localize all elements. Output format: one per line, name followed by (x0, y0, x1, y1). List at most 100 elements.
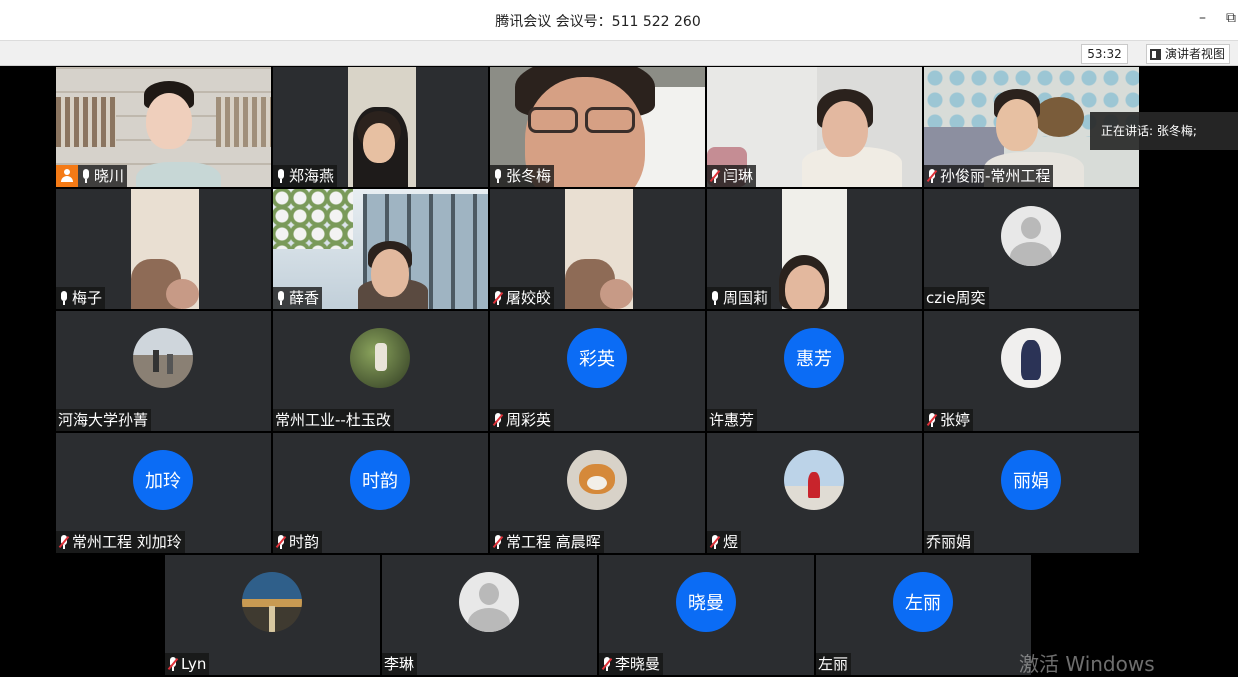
participant-nameplate: 周彩英 (490, 409, 555, 431)
window-title: 腾讯会议 会议号：511 522 260 (495, 14, 701, 30)
avatar: 晓曼 (676, 572, 736, 632)
participant-tile[interactable]: 张婷 (924, 311, 1139, 431)
participant-grid: 晓川 郑海燕 张冬梅 闫琳 孙俊丽-常州工程 梅子 薛香 屠姣皎 周国莉 czie周奕 河海大学孙菁… (0, 66, 1238, 675)
avatar-photo-shape (167, 354, 173, 374)
microphone-muted-icon (709, 534, 721, 550)
video-shape (273, 189, 353, 249)
participant-nameplate: 李琳 (382, 653, 418, 675)
windows-activation-watermark: 激活 Windows (1019, 652, 1155, 676)
default-avatar-icon (1001, 206, 1061, 266)
microphone-icon (80, 168, 92, 184)
participant-nameplate: 张冬梅 (490, 165, 555, 187)
microphone-muted-icon (492, 412, 504, 428)
mute-slash (58, 535, 70, 549)
avatar: 时韵 (350, 450, 410, 510)
video-shape (600, 279, 633, 309)
microphone-icon (275, 168, 287, 184)
avatar: 左丽 (893, 572, 953, 632)
mute-slash (926, 413, 938, 427)
avatar (784, 450, 844, 510)
speaker-view-button[interactable]: 演讲者视图 (1146, 44, 1231, 64)
participant-nameplate: 郑海燕 (273, 165, 338, 187)
participant-tile[interactable]: 加玲 常州工程 刘加玲 (56, 433, 271, 553)
microphone-muted-icon (167, 656, 179, 672)
participant-tile[interactable]: 李琳 (382, 555, 597, 675)
video-shape (785, 265, 825, 309)
avatar (350, 328, 410, 388)
avatar-photo-shape (269, 606, 275, 632)
microphone-muted-icon (492, 534, 504, 550)
participant-tile[interactable]: 常工程 高晨晖 (490, 433, 705, 553)
participant-nameplate: 乔丽娟 (924, 531, 975, 553)
participant-nameplate: 许惠芳 (707, 409, 758, 431)
participant-name: 周国莉 (723, 289, 769, 307)
avatar-photo-shape (587, 476, 607, 490)
participant-tile[interactable]: 梅子 (56, 189, 271, 309)
participant-name: 郑海燕 (289, 167, 335, 185)
participant-tile[interactable]: czie周奕 (924, 189, 1139, 309)
default-avatar-icon (459, 572, 519, 632)
participant-tile[interactable]: 惠芳 许惠芳 (707, 311, 922, 431)
participant-tile[interactable]: 张冬梅 (490, 67, 705, 187)
participant-name: 晓川 (94, 167, 125, 185)
video-shape (216, 97, 271, 147)
mute-slash (601, 657, 613, 671)
participant-tile[interactable]: 常州工业--杜玉改 (273, 311, 488, 431)
avatar-body (468, 608, 510, 632)
avatar-head (1021, 217, 1041, 239)
microphone-icon (275, 290, 287, 306)
participant-name: 张婷 (940, 411, 971, 429)
participant-nameplate: 闫琳 (707, 165, 757, 187)
participant-tile[interactable]: 左丽 左丽 (816, 555, 1031, 675)
participant-tile[interactable]: 郑海燕 (273, 67, 488, 187)
participant-tile[interactable]: 丽娟乔丽娟 (924, 433, 1139, 553)
microphone-muted-icon (709, 168, 721, 184)
mute-slash (492, 291, 504, 305)
participant-tile[interactable]: 晓曼 李晓曼 (599, 555, 814, 675)
microphone-muted-icon (275, 534, 287, 550)
participant-name: 乔丽娟 (926, 533, 972, 551)
participant-name: 常州工业--杜玉改 (275, 411, 391, 429)
video-shape (56, 97, 116, 147)
participant-name: 常州工程 刘加玲 (72, 533, 182, 551)
participant-tile[interactable]: 彩英 周彩英 (490, 311, 705, 431)
participant-name: 张冬梅 (506, 167, 552, 185)
video-shape (371, 249, 409, 297)
participant-tile[interactable]: 闫琳 (707, 67, 922, 187)
participant-nameplate: 常工程 高晨晖 (490, 531, 604, 553)
avatar-head (479, 583, 499, 605)
minimize-button[interactable]: – (1199, 10, 1206, 26)
participant-nameplate: Lyn (165, 653, 210, 675)
participant-nameplate: 煜 (707, 531, 742, 553)
avatar-body (1010, 242, 1052, 266)
participant-nameplate: 常州工程 刘加玲 (56, 531, 185, 553)
participant-tile[interactable]: 晓川 (56, 67, 271, 187)
avatar (133, 328, 193, 388)
participant-nameplate: czie周奕 (924, 287, 989, 309)
participant-nameplate: 李晓曼 (599, 653, 664, 675)
mute-slash (709, 169, 721, 183)
microphone-icon (492, 168, 504, 184)
participant-tile[interactable]: Lyn (165, 555, 380, 675)
avatar (567, 450, 627, 510)
participant-name: czie周奕 (926, 289, 986, 307)
avatar: 丽娟 (1001, 450, 1061, 510)
video-shape (528, 107, 578, 133)
participant-tile[interactable]: 时韵 时韵 (273, 433, 488, 553)
restore-button[interactable]: ⧉ (1226, 10, 1236, 26)
mute-slash (275, 535, 287, 549)
participant-nameplate: 屠姣皎 (490, 287, 555, 309)
participant-name: 许惠芳 (709, 411, 755, 429)
participant-nameplate: 左丽 (816, 653, 852, 675)
participant-name: 李琳 (384, 655, 415, 673)
participant-nameplate: 梅子 (56, 287, 106, 309)
meeting-toolbar: 53:32 演讲者视图 (0, 40, 1238, 66)
participant-tile[interactable]: 煜 (707, 433, 922, 553)
participant-tile[interactable]: 河海大学孙菁 (56, 311, 271, 431)
participant-tile[interactable]: 薛香 (273, 189, 488, 309)
participant-tile[interactable]: 周国莉 (707, 189, 922, 309)
avatar (1001, 328, 1061, 388)
avatar-photo-shape (375, 343, 387, 371)
mute-slash (492, 535, 504, 549)
participant-tile[interactable]: 屠姣皎 (490, 189, 705, 309)
